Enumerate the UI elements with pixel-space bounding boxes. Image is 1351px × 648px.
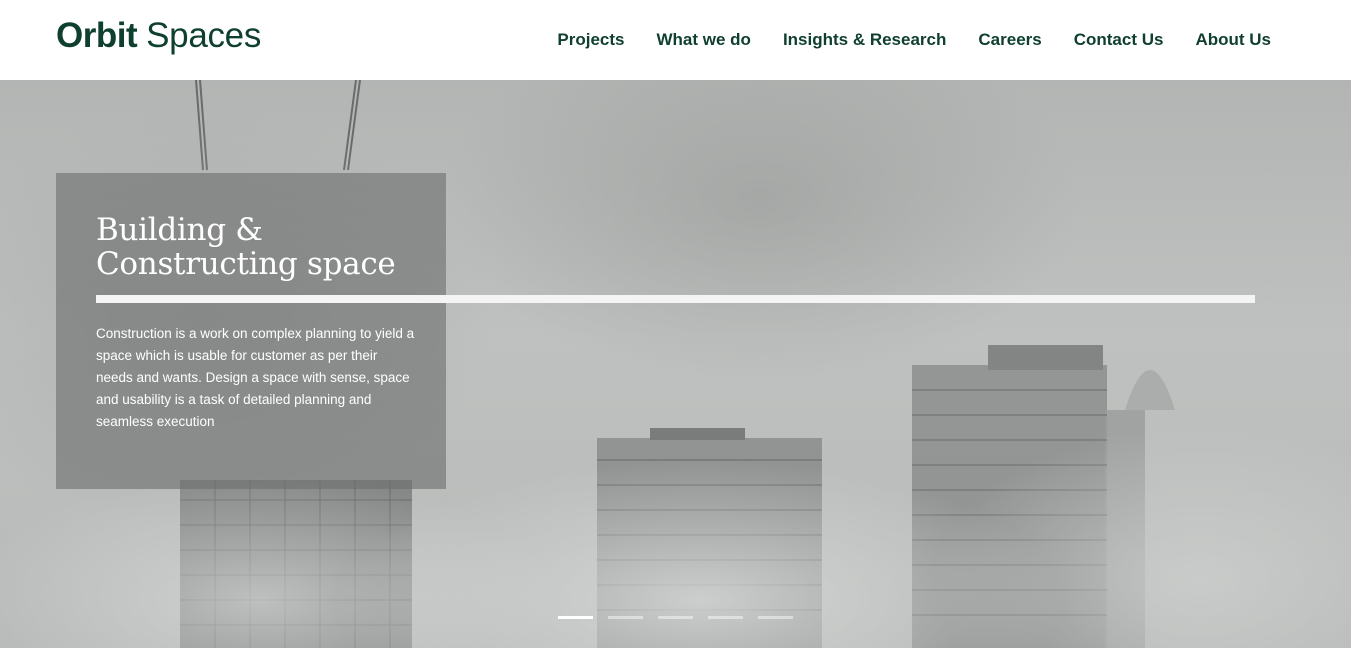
slide-indicator-2[interactable] (608, 616, 643, 619)
brand-name-bold: Orbit (56, 16, 138, 55)
nav-what-we-do[interactable]: What we do (656, 30, 750, 50)
nav-about-us[interactable]: About Us (1195, 30, 1271, 50)
slide-indicator-5[interactable] (758, 616, 793, 619)
slider-pagination (558, 616, 793, 619)
nav-careers[interactable]: Careers (978, 30, 1041, 50)
slide-indicator-3[interactable] (658, 616, 693, 619)
nav-contact-us[interactable]: Contact Us (1074, 30, 1164, 50)
site-header: Orbit Spaces Projects What we do Insight… (0, 0, 1351, 80)
brand-logo[interactable]: Orbit Spaces (56, 16, 261, 60)
nav-projects[interactable]: Projects (557, 30, 624, 50)
slide-indicator-4[interactable] (708, 616, 743, 619)
brand-name-light: Spaces (146, 16, 262, 55)
slide-indicator-1[interactable] (558, 616, 593, 619)
main-nav: Projects What we do Insights & Research … (557, 30, 1271, 50)
hero-title: Building & Constructing space (96, 212, 396, 282)
nav-insights-research[interactable]: Insights & Research (783, 30, 946, 50)
hero-description: Construction is a work on complex planni… (96, 326, 415, 429)
hero-slider: Building & Constructing space Constructi… (0, 80, 1351, 648)
hero-divider (96, 295, 1255, 303)
